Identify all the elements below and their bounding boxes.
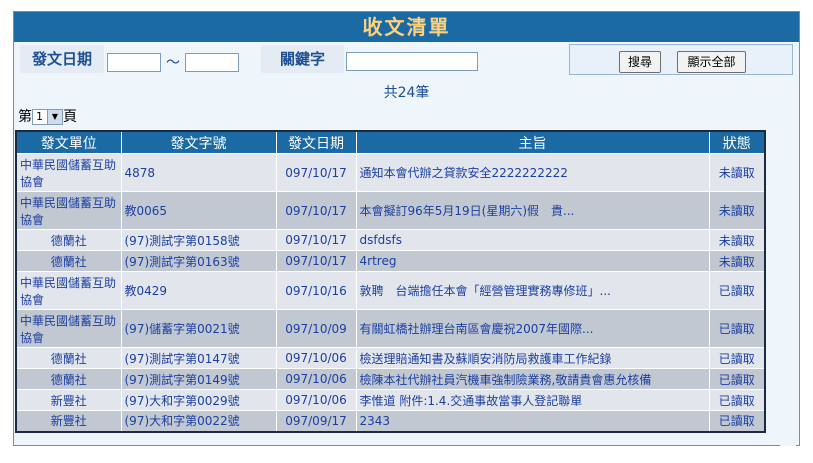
cell-doc-no[interactable]: (97)測試字第0158號 xyxy=(120,229,277,251)
cell-subject[interactable]: 有關虹橋社辦理台南區會慶祝2007年國際... xyxy=(355,309,710,348)
column-header-date: 發文日期 xyxy=(275,130,357,154)
table-row[interactable]: 新豐社 (97)大和字第0029號 097/10/06 李惟道 附件:1.4.交通事故… xyxy=(15,389,766,411)
table-row[interactable]: 中華民國儲蓄互助協會 4878 097/10/17 通知本會代辦之貸款安全222222… xyxy=(15,153,766,192)
cell-unit[interactable]: 德蘭社 xyxy=(15,250,122,272)
cell-subject[interactable]: 檢送理賠通知書及蘇順安消防局救護車工作紀錄 xyxy=(355,347,710,369)
cell-doc-no[interactable]: (97)大和字第0029號 xyxy=(120,389,277,411)
cell-status: 未讀取 xyxy=(708,229,766,251)
pager: 第 1 ▼ 頁 xyxy=(18,107,77,127)
cell-date: 097/10/06 xyxy=(275,368,357,390)
cell-date: 097/10/17 xyxy=(275,153,357,192)
cell-status: 未讀取 xyxy=(708,191,766,230)
date-from-input[interactable] xyxy=(107,53,161,72)
table-row[interactable]: 中華民國儲蓄互助協會 教0429 097/10/16 敦聘 台端擔任本會「經營管理實務… xyxy=(15,271,766,310)
cell-unit[interactable]: 德蘭社 xyxy=(15,229,122,251)
button-group: 搜尋 顯示全部 xyxy=(569,44,793,75)
column-header-subject: 主旨 xyxy=(355,130,710,154)
cell-status: 已讀取 xyxy=(708,410,766,432)
pager-suffix: 頁 xyxy=(63,109,77,125)
page-select[interactable]: 1 ▼ xyxy=(32,109,63,125)
cell-doc-no[interactable]: (97)測試字第0149號 xyxy=(120,368,277,390)
cell-subject[interactable]: 檢陳本社代辦社員汽機車強制險業務,敬請貴會惠允核備 xyxy=(355,368,710,390)
date-label: 發文日期 xyxy=(20,45,104,73)
cell-status: 已讀取 xyxy=(708,368,766,390)
cell-unit[interactable]: 德蘭社 xyxy=(15,368,122,390)
cell-date: 097/10/06 xyxy=(275,347,357,369)
table-body: 中華民國儲蓄互助協會 4878 097/10/17 通知本會代辦之貸款安全222222… xyxy=(15,153,766,432)
page-title: 收文清單 xyxy=(14,12,799,42)
cell-doc-no[interactable]: 4878 xyxy=(120,153,277,192)
cell-status: 已讀取 xyxy=(708,271,766,310)
cell-subject[interactable]: 敦聘 台端擔任本會「經營管理實務專修班」... xyxy=(355,271,710,310)
cell-date: 097/10/16 xyxy=(275,271,357,310)
scrollbar[interactable] xyxy=(780,130,796,446)
cell-unit[interactable]: 新豐社 xyxy=(15,389,122,411)
cell-subject[interactable]: 4rtreg xyxy=(355,250,710,272)
table-row[interactable]: 德蘭社 (97)測試字第0158號 097/10/17 dsfdsfs 未讀取 xyxy=(15,229,766,251)
cell-unit[interactable]: 新豐社 xyxy=(15,410,122,432)
date-range-separator: ～ xyxy=(166,55,180,71)
cell-doc-no[interactable]: 教0429 xyxy=(120,271,277,310)
cell-date: 097/10/17 xyxy=(275,191,357,230)
cell-doc-no[interactable]: (97)測試字第0163號 xyxy=(120,250,277,272)
show-all-button[interactable]: 顯示全部 xyxy=(677,51,746,73)
cell-date: 097/10/17 xyxy=(275,250,357,272)
chevron-down-icon[interactable]: ▼ xyxy=(47,110,62,124)
cell-status: 已讀取 xyxy=(708,347,766,369)
cell-unit[interactable]: 中華民國儲蓄互助協會 xyxy=(15,191,122,230)
table-row[interactable]: 中華民國儲蓄互助協會 (97)儲蓄字第0021號 097/10/09 有關虹橋社辦理台… xyxy=(15,309,766,348)
cell-unit[interactable]: 德蘭社 xyxy=(15,347,122,369)
cell-date: 097/10/09 xyxy=(275,309,357,348)
table-row[interactable]: 德蘭社 (97)測試字第0147號 097/10/06 檢送理賠通知書及蘇順安消防局救… xyxy=(15,347,766,369)
cell-subject[interactable]: 李惟道 附件:1.4.交通事故當事人登記聯單 xyxy=(355,389,710,411)
date-to-input[interactable] xyxy=(185,53,239,72)
cell-date: 097/09/17 xyxy=(275,410,357,432)
cell-status: 未讀取 xyxy=(708,153,766,192)
cell-subject[interactable]: 2343 xyxy=(355,410,710,432)
cell-subject[interactable]: 本會擬訂96年5月19日(星期六)假 貴... xyxy=(355,191,710,230)
document-table: 發文單位 發文字號 發文日期 主旨 狀態 中華民國儲蓄互助協會 4878 097/1… xyxy=(15,130,766,433)
table-row[interactable]: 德蘭社 (97)測試字第0149號 097/10/06 檢陳本社代辦社員汽機車強制險業… xyxy=(15,368,766,390)
cell-doc-no[interactable]: (97)測試字第0147號 xyxy=(120,347,277,369)
search-bar: 發文日期 ～ 關鍵字 搜尋 顯示全部 xyxy=(14,43,799,79)
cell-subject[interactable]: dsfdsfs xyxy=(355,229,710,251)
table-header-row: 發文單位 發文字號 發文日期 主旨 狀態 xyxy=(15,130,766,154)
cell-doc-no[interactable]: (97)儲蓄字第0021號 xyxy=(120,309,277,348)
table-row[interactable]: 中華民國儲蓄互助協會 教0065 097/10/17 本會擬訂96年5月19日(星期六… xyxy=(15,191,766,230)
cell-doc-no[interactable]: (97)大和字第0022號 xyxy=(120,410,277,432)
keyword-label: 關鍵字 xyxy=(261,45,344,73)
cell-unit[interactable]: 中華民國儲蓄互助協會 xyxy=(15,309,122,348)
cell-doc-no[interactable]: 教0065 xyxy=(120,191,277,230)
table-row[interactable]: 德蘭社 (97)測試字第0163號 097/10/17 4rtreg 未讀取 xyxy=(15,250,766,272)
cell-unit[interactable]: 中華民國儲蓄互助協會 xyxy=(15,271,122,310)
cell-date: 097/10/06 xyxy=(275,389,357,411)
cell-date: 097/10/17 xyxy=(275,229,357,251)
search-button[interactable]: 搜尋 xyxy=(619,51,661,73)
column-header-unit: 發文單位 xyxy=(15,130,122,154)
page-select-value: 1 xyxy=(36,110,43,123)
pager-prefix: 第 xyxy=(18,109,32,125)
record-count: 共24筆 xyxy=(14,82,799,104)
cell-status: 已讀取 xyxy=(708,309,766,348)
cell-status: 未讀取 xyxy=(708,250,766,272)
keyword-input[interactable] xyxy=(346,52,478,71)
column-header-doc-no: 發文字號 xyxy=(120,130,277,154)
table-row[interactable]: 新豐社 (97)大和字第0022號 097/09/17 2343 已讀取 xyxy=(15,410,766,432)
cell-status: 已讀取 xyxy=(708,389,766,411)
cell-unit[interactable]: 中華民國儲蓄互助協會 xyxy=(15,153,122,192)
column-header-status: 狀態 xyxy=(708,130,766,154)
cell-subject[interactable]: 通知本會代辦之貸款安全2222222222 xyxy=(355,153,710,192)
